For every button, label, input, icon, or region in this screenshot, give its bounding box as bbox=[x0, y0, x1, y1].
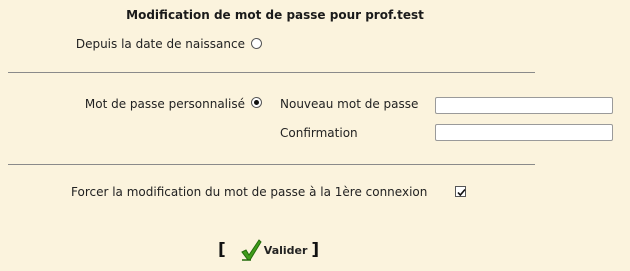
validate-label: Valider bbox=[263, 243, 308, 257]
force-change-checkbox[interactable] bbox=[455, 186, 466, 197]
green-checkmark-icon bbox=[241, 239, 262, 261]
custom-password-radio[interactable] bbox=[251, 97, 262, 108]
birthdate-option-label: Depuis la date de naissance bbox=[75, 37, 245, 51]
confirmation-input[interactable] bbox=[435, 124, 613, 141]
force-change-label: Forcer la modification du mot de passe à… bbox=[71, 185, 428, 199]
page-title: Modification de mot de passe pour prof.t… bbox=[126, 8, 424, 22]
validate-action: [ Valider ] bbox=[218, 236, 319, 264]
new-password-label: Nouveau mot de passe bbox=[280, 97, 419, 111]
divider bbox=[8, 72, 535, 73]
checkmark-icon bbox=[457, 188, 466, 197]
custom-password-option-label: Mot de passe personnalisé bbox=[84, 97, 245, 111]
bracket-open: [ bbox=[218, 240, 226, 260]
bracket-close: ] bbox=[311, 240, 320, 260]
validate-button[interactable]: Valider bbox=[240, 238, 308, 262]
new-password-input[interactable] bbox=[435, 97, 613, 114]
confirmation-label: Confirmation bbox=[280, 126, 358, 140]
divider bbox=[8, 164, 535, 165]
birthdate-radio[interactable] bbox=[251, 38, 262, 49]
